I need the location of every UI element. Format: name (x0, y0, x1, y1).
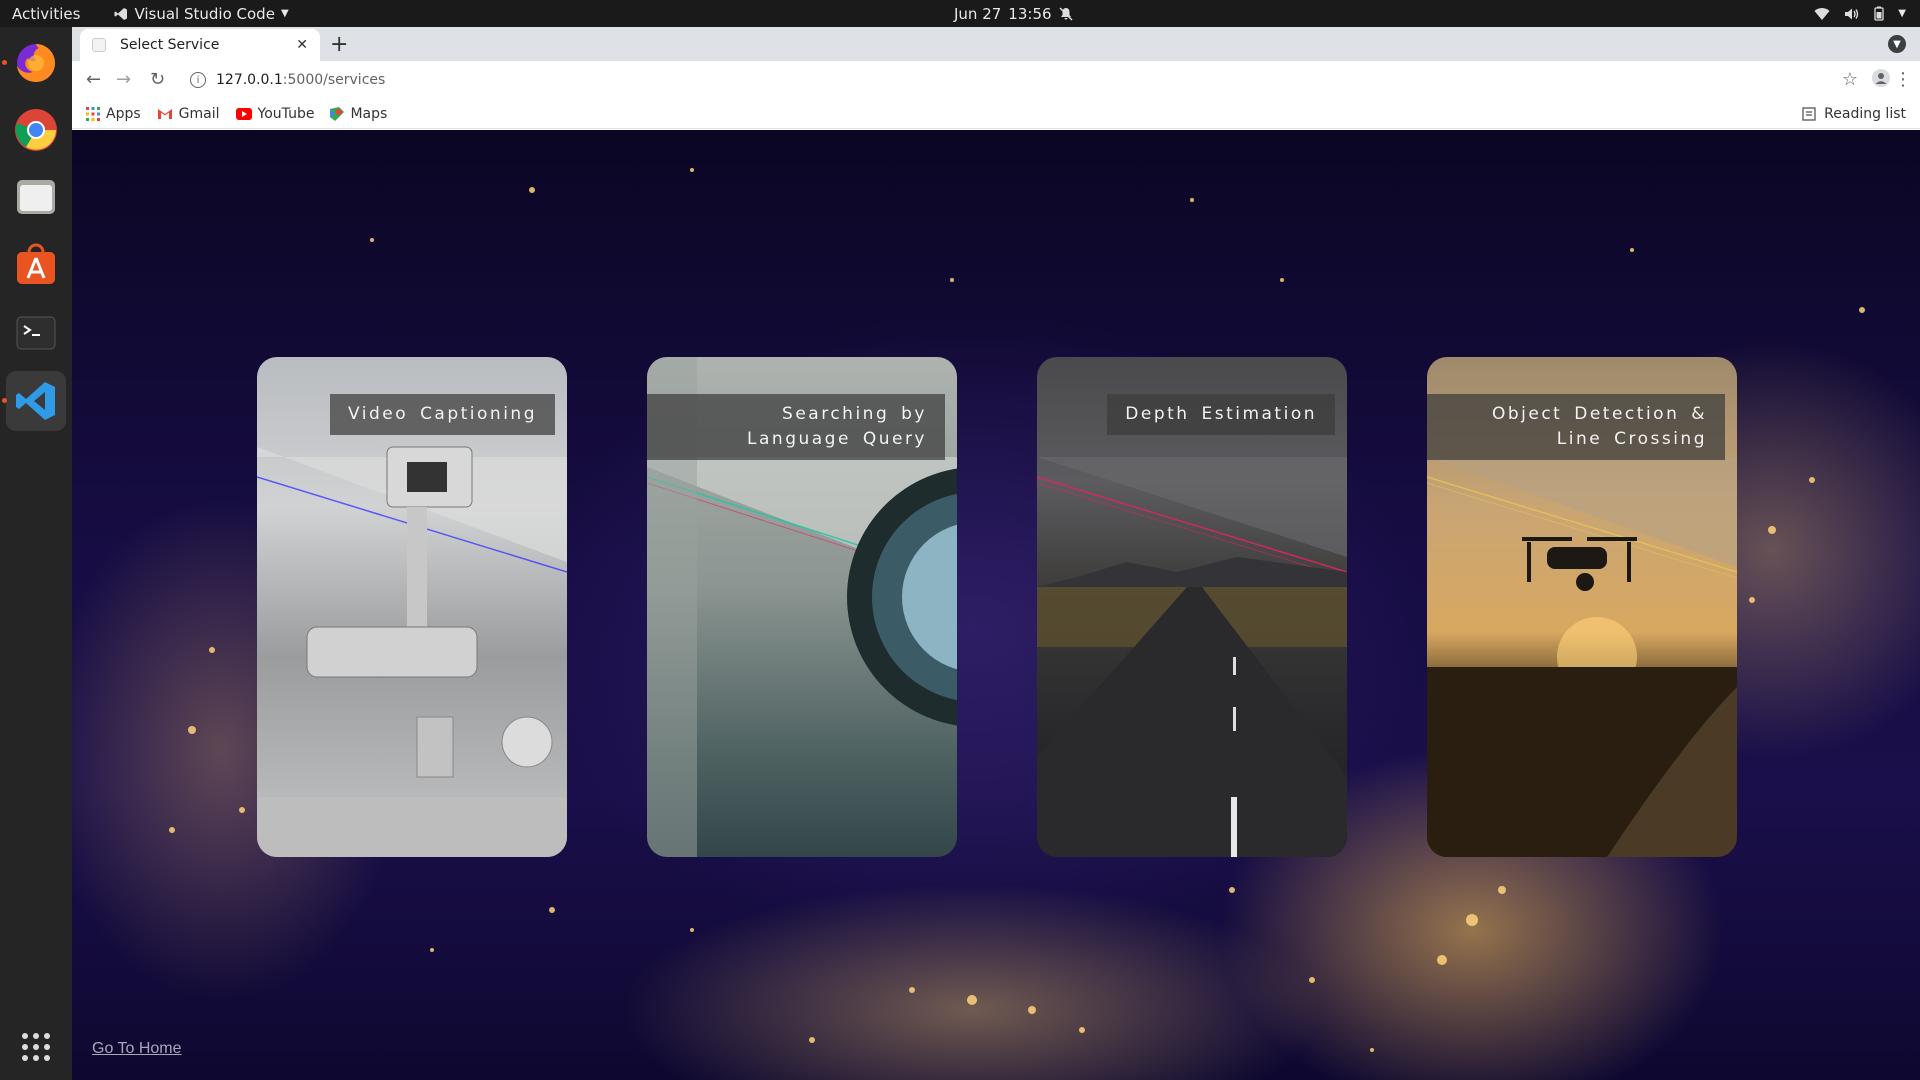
card-label: Searching by Language Query (647, 394, 945, 460)
browser-toolbar: ← → ↻ i 127.0.0.1:5000/services ☆ ⋮ (72, 61, 1920, 99)
tab-search-icon[interactable]: ▼ (1888, 35, 1906, 53)
bookmark-gmail[interactable]: Gmail (157, 106, 220, 122)
bookmark-youtube[interactable]: YouTube (235, 105, 315, 122)
bookmark-label: Maps (350, 105, 388, 122)
bookmarks-bar: Apps Gmail YouTube Maps Reading list (72, 99, 1920, 129)
bookmark-star-icon[interactable]: ☆ (1842, 69, 1858, 90)
notifications-off-icon (1059, 6, 1073, 21)
terminal-icon[interactable] (6, 303, 66, 363)
running-indicator (2, 398, 7, 403)
app-menu[interactable]: Visual Studio Code ▼ (114, 4, 289, 23)
card-label: Object Detection & Line Crossing (1427, 394, 1725, 460)
vscode-small-icon (114, 7, 128, 20)
address-bar[interactable]: i 127.0.0.1:5000/services (182, 65, 1862, 95)
files-icon[interactable] (6, 167, 66, 227)
reading-list-label: Reading list (1824, 105, 1906, 122)
reload-icon[interactable]: ↻ (150, 69, 165, 90)
more-menu-icon[interactable]: ⋮ (1894, 69, 1912, 90)
app-name: Visual Studio Code (134, 4, 275, 23)
apps-grid-icon (86, 106, 100, 121)
chevron-down-icon: ▼ (1898, 8, 1906, 19)
software-icon[interactable] (6, 235, 66, 295)
service-card-object-detection[interactable]: Object Detection & Line Crossing (1427, 357, 1737, 857)
bookmark-apps[interactable]: Apps (86, 106, 141, 122)
url-host: 127.0.0.1 (216, 72, 283, 88)
activities-button[interactable]: Activities (12, 5, 80, 23)
tab-title: Select Service (120, 37, 220, 53)
services-page: Video Captioning Searching by Language Q… (72, 130, 1920, 1080)
tab-strip: Select Service ✕ + ▼ (72, 27, 1920, 61)
system-top-bar: Activities Visual Studio Code ▼ Jun 27 1… (0, 0, 1920, 27)
clock[interactable]: Jun 27 13:56 (954, 5, 1073, 23)
youtube-icon (235, 107, 252, 120)
site-info-icon[interactable]: i (190, 72, 206, 88)
reading-list-icon (1802, 106, 1816, 121)
firefox-icon[interactable] (6, 32, 66, 92)
chevron-down-icon: ▼ (280, 8, 289, 19)
service-card-language-query[interactable]: Searching by Language Query (647, 357, 957, 857)
battery-icon (1874, 6, 1884, 21)
vscode-icon[interactable] (6, 371, 66, 431)
volume-icon (1845, 8, 1859, 19)
show-apps-icon[interactable] (6, 1017, 66, 1077)
reading-list-button[interactable]: Reading list (1802, 106, 1906, 122)
profile-avatar-icon[interactable] (1872, 69, 1890, 92)
time-text: 13:56 (1008, 4, 1052, 23)
new-tab-button[interactable]: + (330, 32, 348, 57)
service-card-video-captioning[interactable]: Video Captioning (257, 357, 567, 857)
system-tray[interactable]: ▼ (1814, 6, 1906, 21)
running-indicator (2, 60, 7, 65)
back-arrow-icon[interactable]: ← (86, 69, 101, 90)
service-card-depth-estimation[interactable]: Depth Estimation (1037, 357, 1347, 857)
tab-select-service[interactable]: Select Service ✕ (80, 29, 320, 61)
page-favicon-icon (92, 38, 106, 52)
bookmark-label: YouTube (257, 105, 315, 122)
date-text: Jun 27 (954, 4, 1002, 23)
chrome-icon[interactable] (6, 100, 66, 160)
gmail-icon (157, 108, 172, 119)
maps-icon (330, 106, 345, 121)
wifi-icon (1814, 7, 1830, 20)
card-label: Depth Estimation (1107, 394, 1335, 435)
dock (0, 27, 72, 1080)
bookmark-maps[interactable]: Maps (330, 106, 387, 122)
go-to-home-link[interactable]: Go To Home (92, 1040, 182, 1058)
bookmark-label: Gmail (178, 105, 220, 122)
card-label: Video Captioning (330, 394, 555, 435)
bookmark-label: Apps (106, 105, 141, 122)
close-icon[interactable]: ✕ (296, 37, 308, 53)
forward-arrow-icon[interactable]: → (116, 69, 131, 90)
url-path: :5000/services (282, 72, 386, 88)
